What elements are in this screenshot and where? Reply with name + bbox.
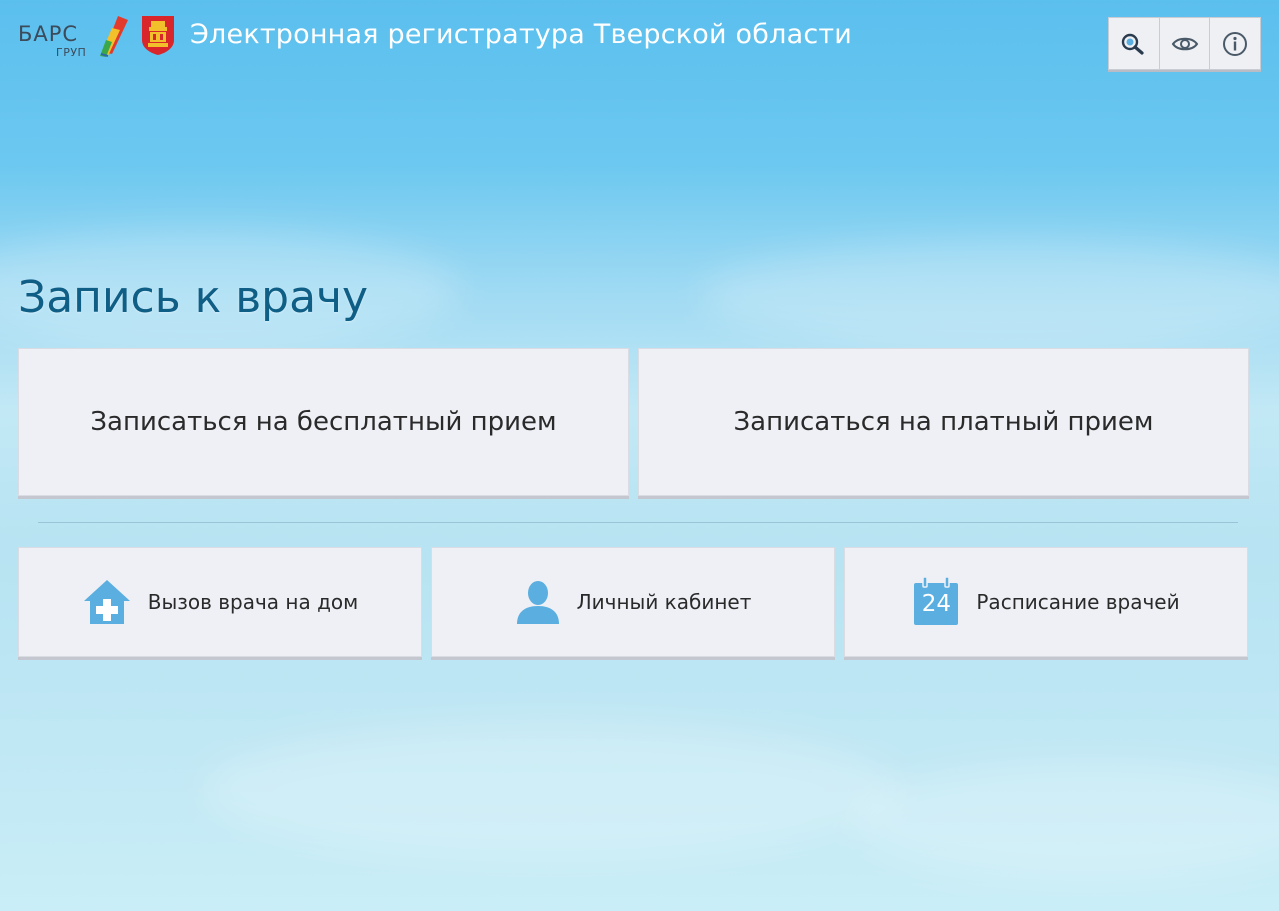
section-divider xyxy=(38,522,1238,523)
user-icon xyxy=(515,579,561,625)
bars-logo-mark-icon xyxy=(100,16,128,57)
info-button[interactable] xyxy=(1210,18,1260,69)
background-cloud xyxy=(200,720,900,860)
bars-logo-subtext: ГРУП xyxy=(56,46,87,59)
home-visit-button[interactable]: Вызов врача на дом xyxy=(18,547,422,657)
accessibility-toolbar xyxy=(1108,17,1261,70)
paid-appointment-button[interactable]: Записаться на платный прием xyxy=(638,348,1249,496)
home-visit-label: Вызов врача на дом xyxy=(147,590,359,614)
info-icon xyxy=(1223,31,1248,56)
personal-account-button[interactable]: Личный кабинет xyxy=(431,547,835,657)
zoom-button[interactable] xyxy=(1109,18,1160,69)
paid-appointment-label: Записаться на платный прием xyxy=(733,407,1154,437)
background-cloud xyxy=(850,760,1279,880)
house-plus-icon xyxy=(82,577,132,627)
app-title: Электронная регистратура Тверской област… xyxy=(190,19,853,50)
free-appointment-label: Записаться на бесплатный прием xyxy=(90,407,557,437)
low-vision-button[interactable] xyxy=(1160,18,1211,69)
calendar-icon: 24 xyxy=(912,577,960,627)
eye-icon xyxy=(1171,37,1198,50)
personal-account-label: Личный кабинет xyxy=(576,590,752,614)
bars-logo[interactable]: БАРС ГРУП xyxy=(18,14,134,62)
calendar-icon-number: 24 xyxy=(921,591,952,617)
doctor-schedule-label: Расписание врачей xyxy=(976,590,1180,614)
app-header: БАРС ГРУП Электронная регистратура Тверс… xyxy=(0,0,1279,80)
section-title: Запись к врачу xyxy=(18,272,369,323)
zoom-search-icon xyxy=(1121,33,1144,55)
free-appointment-button[interactable]: Записаться на бесплатный прием xyxy=(18,348,629,496)
doctor-schedule-button[interactable]: 24 Расписание врачей xyxy=(844,547,1248,657)
background-cloud xyxy=(700,240,1279,350)
bars-logo-text: БАРС xyxy=(18,22,79,46)
coat-of-arms-icon xyxy=(142,16,174,55)
